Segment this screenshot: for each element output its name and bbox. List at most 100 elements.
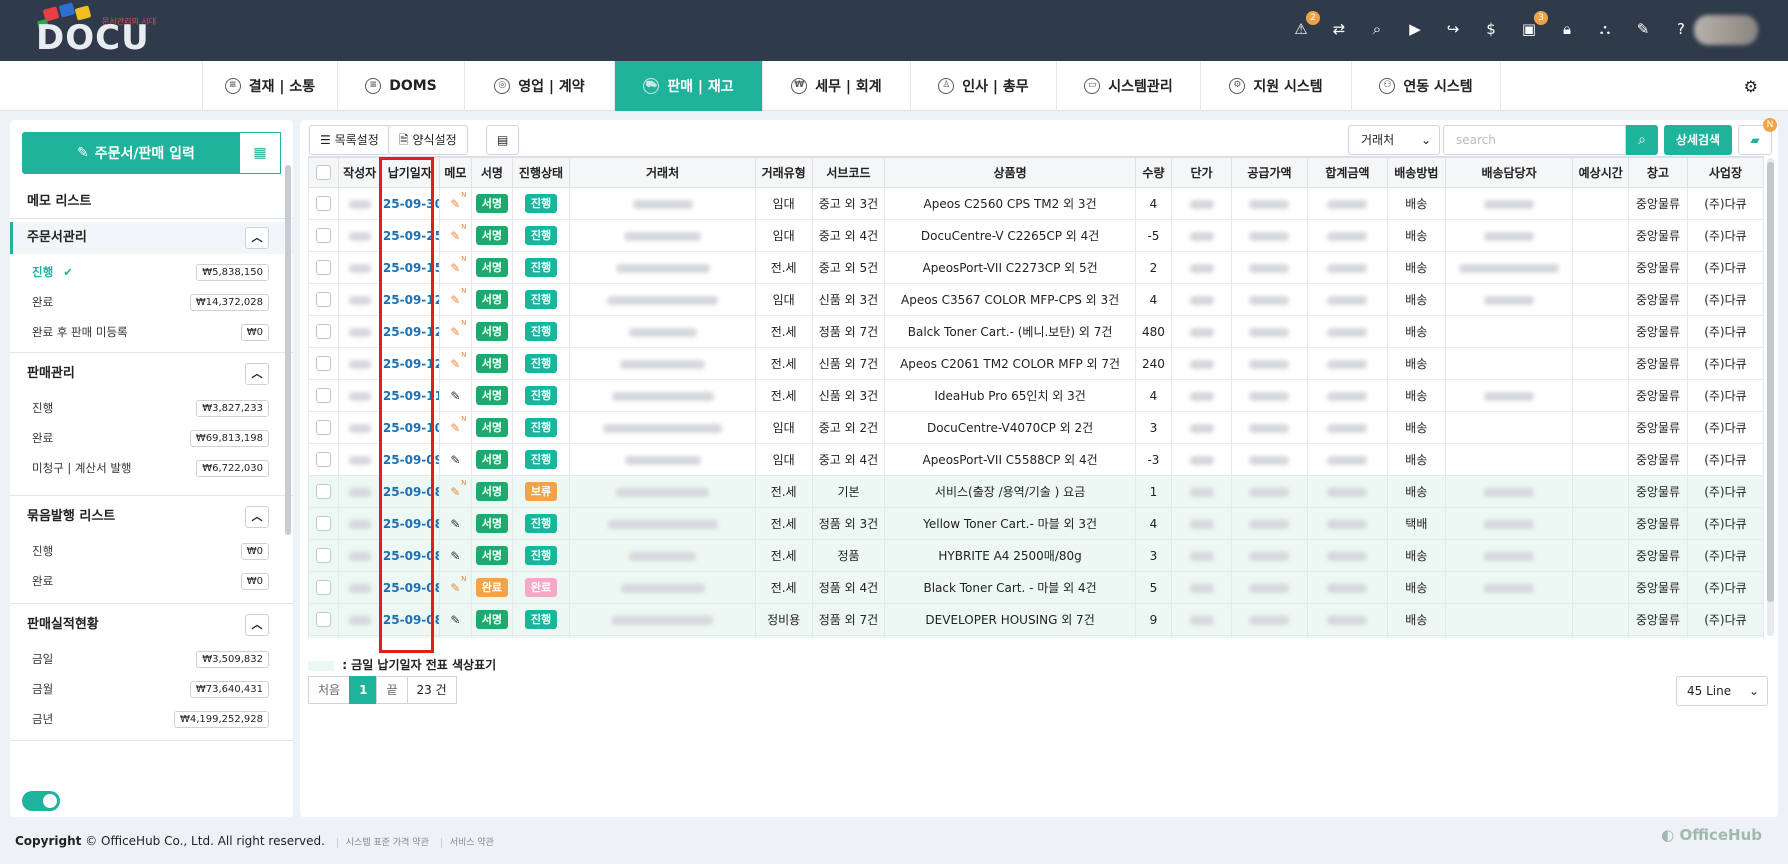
sign-badge[interactable]: 서명 [475,514,508,533]
status-badge[interactable]: 진행 [524,290,558,309]
sign-badge[interactable]: 서명 [475,386,508,405]
memo-list-header[interactable]: 메모 리스트 [10,186,293,218]
perf-year-row[interactable]: 금년 ₩4,199,252,928 [10,704,293,734]
sign-badge[interactable]: 서명 [475,418,508,437]
delivery-date-link[interactable]: 25-09-08 [383,485,438,499]
status-badge[interactable]: 보류 [524,482,558,501]
status-badge[interactable]: 완료 [524,578,558,597]
table-row[interactable]: 25-09-08 ✎ N 완료 완료 전.세 정품 외 4건 Black Toner Cart… [308,571,1764,604]
memo-edit-icon[interactable]: ✎ N [450,287,466,307]
column-header[interactable]: 배송담당자 [1444,157,1574,188]
status-badge[interactable]: 진행 [524,450,558,469]
sales-unbilled-row[interactable]: 미청구 | 계산서 발행 ₩6,722,030 [10,453,293,483]
memo-edit-icon[interactable]: ✎ N [450,319,466,339]
chevron-up-icon[interactable]: ︿ [245,227,269,249]
table-row[interactable]: 25-09-10 ✎ N 서명 진행 임대 중고 외 2건 DocuCentre-V4070C… [308,411,1764,444]
column-header[interactable]: 진행상태 [511,157,571,188]
table-row[interactable]: 25-09-30 ✎ N 서명 진행 임대 중고 외 3건 Apeos C2560 CPS T… [308,187,1764,220]
row-checkbox[interactable] [316,388,332,403]
gift-icon[interactable]: ▣ 3 [1518,11,1548,40]
sign-badge[interactable]: 서명 [475,354,508,373]
vendor-select[interactable]: 거래처 ⌄ [1348,125,1440,155]
memo-edit-icon[interactable]: ✎ N [450,575,466,595]
chevron-up-icon[interactable]: ︿ [245,363,269,385]
table-row[interactable]: 25-09-08 ✎ N 서명 보류 전.세 기본 서비스(출장 /용역/기술 ) 요금 1 배송… [308,475,1764,508]
price-terms-link[interactable]: 시스템 표준 가격 약관 [336,838,429,848]
status-badge[interactable]: 진행 [524,418,558,437]
column-header[interactable]: 메모 [438,157,473,188]
menu-item-8[interactable]: ⚇ 연동 시스템 [1351,61,1501,111]
sales-complete-row[interactable]: 완료 ₩69,813,198 [10,423,293,453]
status-badge[interactable]: 진행 [524,226,558,245]
bundle-complete-row[interactable]: 완료 ₩0 [10,566,293,596]
search-input[interactable] [1443,125,1626,155]
page-1-button[interactable]: 1 [349,676,378,704]
column-header[interactable]: 배송방법 [1386,157,1446,188]
sign-badge[interactable]: 서명 [475,290,508,309]
menu-item-2[interactable]: ◎ 영업 | 계약 [464,61,614,111]
table-scrollbar[interactable] [1767,158,1774,636]
alert-icon[interactable]: ⚠ 2 [1290,11,1320,40]
memo-edit-icon[interactable]: ✎ [450,453,460,467]
delivery-date-link[interactable]: 25-09-08 [383,581,438,595]
service-terms-link[interactable]: 서비스 약관 [440,838,494,848]
row-checkbox[interactable] [316,292,332,307]
row-checkbox[interactable] [316,420,332,435]
edit-icon[interactable]: ✎ [1632,18,1654,40]
memo-edit-icon[interactable]: ✎ N [450,255,466,275]
row-checkbox[interactable] [316,196,332,211]
excel-export-button[interactable]: ▤ [486,125,520,155]
column-header[interactable]: 수량 [1134,157,1173,188]
sidebar-toggle[interactable] [22,791,60,811]
performance-header[interactable]: 판매실적현황 ︿ [10,609,293,641]
delivery-date-link[interactable]: 25-09-11 [383,389,438,403]
gear-icon[interactable]: ⚙ [1744,77,1758,96]
order-entry-button[interactable]: ✎ 주문서/판매 입력 [22,132,250,174]
column-header[interactable]: 납기일자 [379,157,440,188]
column-header[interactable]: 작성자 [338,157,381,188]
docu-logo[interactable]: DOCU 문서관리의 시대 [36,2,166,58]
menu-item-7[interactable]: ⚙ 지원 시스템 [1200,61,1351,111]
detail-search-button[interactable]: 상세검색 [1664,125,1732,155]
column-header[interactable]: 창고 [1628,157,1688,188]
delivery-date-link[interactable]: 25-09-09 [383,453,438,467]
sign-badge[interactable]: 서명 [475,322,508,341]
dollar-icon[interactable]: $ [1480,18,1502,40]
menu-item-4[interactable]: ₩ 세무 | 회계 [762,61,910,111]
delivery-date-link[interactable]: 25-09-12 [383,357,438,371]
lock-icon[interactable]: 🔒︎ [1556,18,1578,40]
page-last-button[interactable]: 끝 [376,676,408,704]
table-row[interactable]: 25-09-12 ✎ N 서명 진행 임대 신품 외 3건 Apeos C3567 COLOR… [308,283,1764,316]
status-badge[interactable]: 진행 [524,194,558,213]
row-checkbox[interactable] [316,484,332,499]
memo-edit-icon[interactable]: ✎ N [450,223,466,243]
page-first-button[interactable]: 처음 [308,676,351,704]
sign-badge[interactable]: 서명 [475,226,508,245]
row-checkbox[interactable] [316,356,332,371]
sign-badge[interactable]: 서명 [475,258,508,277]
column-header[interactable]: 거래처 [569,157,756,188]
delivery-date-link[interactable]: 25-09-08 [383,517,438,531]
order-unregistered-row[interactable]: 완료 후 판매 미등록 ₩0 [10,317,293,347]
table-row[interactable]: 25-09-11 ✎ 서명 진행 전.세 신품 외 3건 IdeaHub Pro 65인치 … [308,379,1764,412]
column-header[interactable]: 공급가액 [1230,157,1308,188]
memo-edit-icon[interactable]: ✎ [450,613,460,627]
memo-edit-icon[interactable]: ✎ N [450,415,466,435]
menu-item-1[interactable]: ≡ DOMS [337,61,464,111]
column-header[interactable]: 거래유형 [754,157,813,188]
column-header[interactable]: 예상시간 [1572,157,1630,188]
chevron-up-icon[interactable]: ︿ [245,506,269,528]
list-settings-button[interactable]: ☰ 목록설정 [309,125,390,155]
status-badge[interactable]: 진행 [524,258,558,277]
sales-mgmt-header[interactable]: 판매관리 ︿ [10,358,293,390]
sidebar-scrollbar[interactable] [285,165,291,535]
delivery-date-link[interactable]: 25-09-25 [383,229,438,243]
share-icon[interactable]: ↪ [1442,18,1464,40]
row-checkbox[interactable] [316,228,332,243]
delivery-date-link[interactable]: 25-09-15 [383,261,438,275]
org-chart-icon[interactable]: ⛬ [1594,18,1616,40]
delivery-date-link[interactable]: 25-09-12 [383,293,438,307]
order-progress-row[interactable]: 진행 ✔ ₩5,838,150 [10,257,293,287]
column-header[interactable]: 서브코드 [811,157,886,188]
delivery-date-link[interactable]: 25-09-08 [383,549,438,563]
